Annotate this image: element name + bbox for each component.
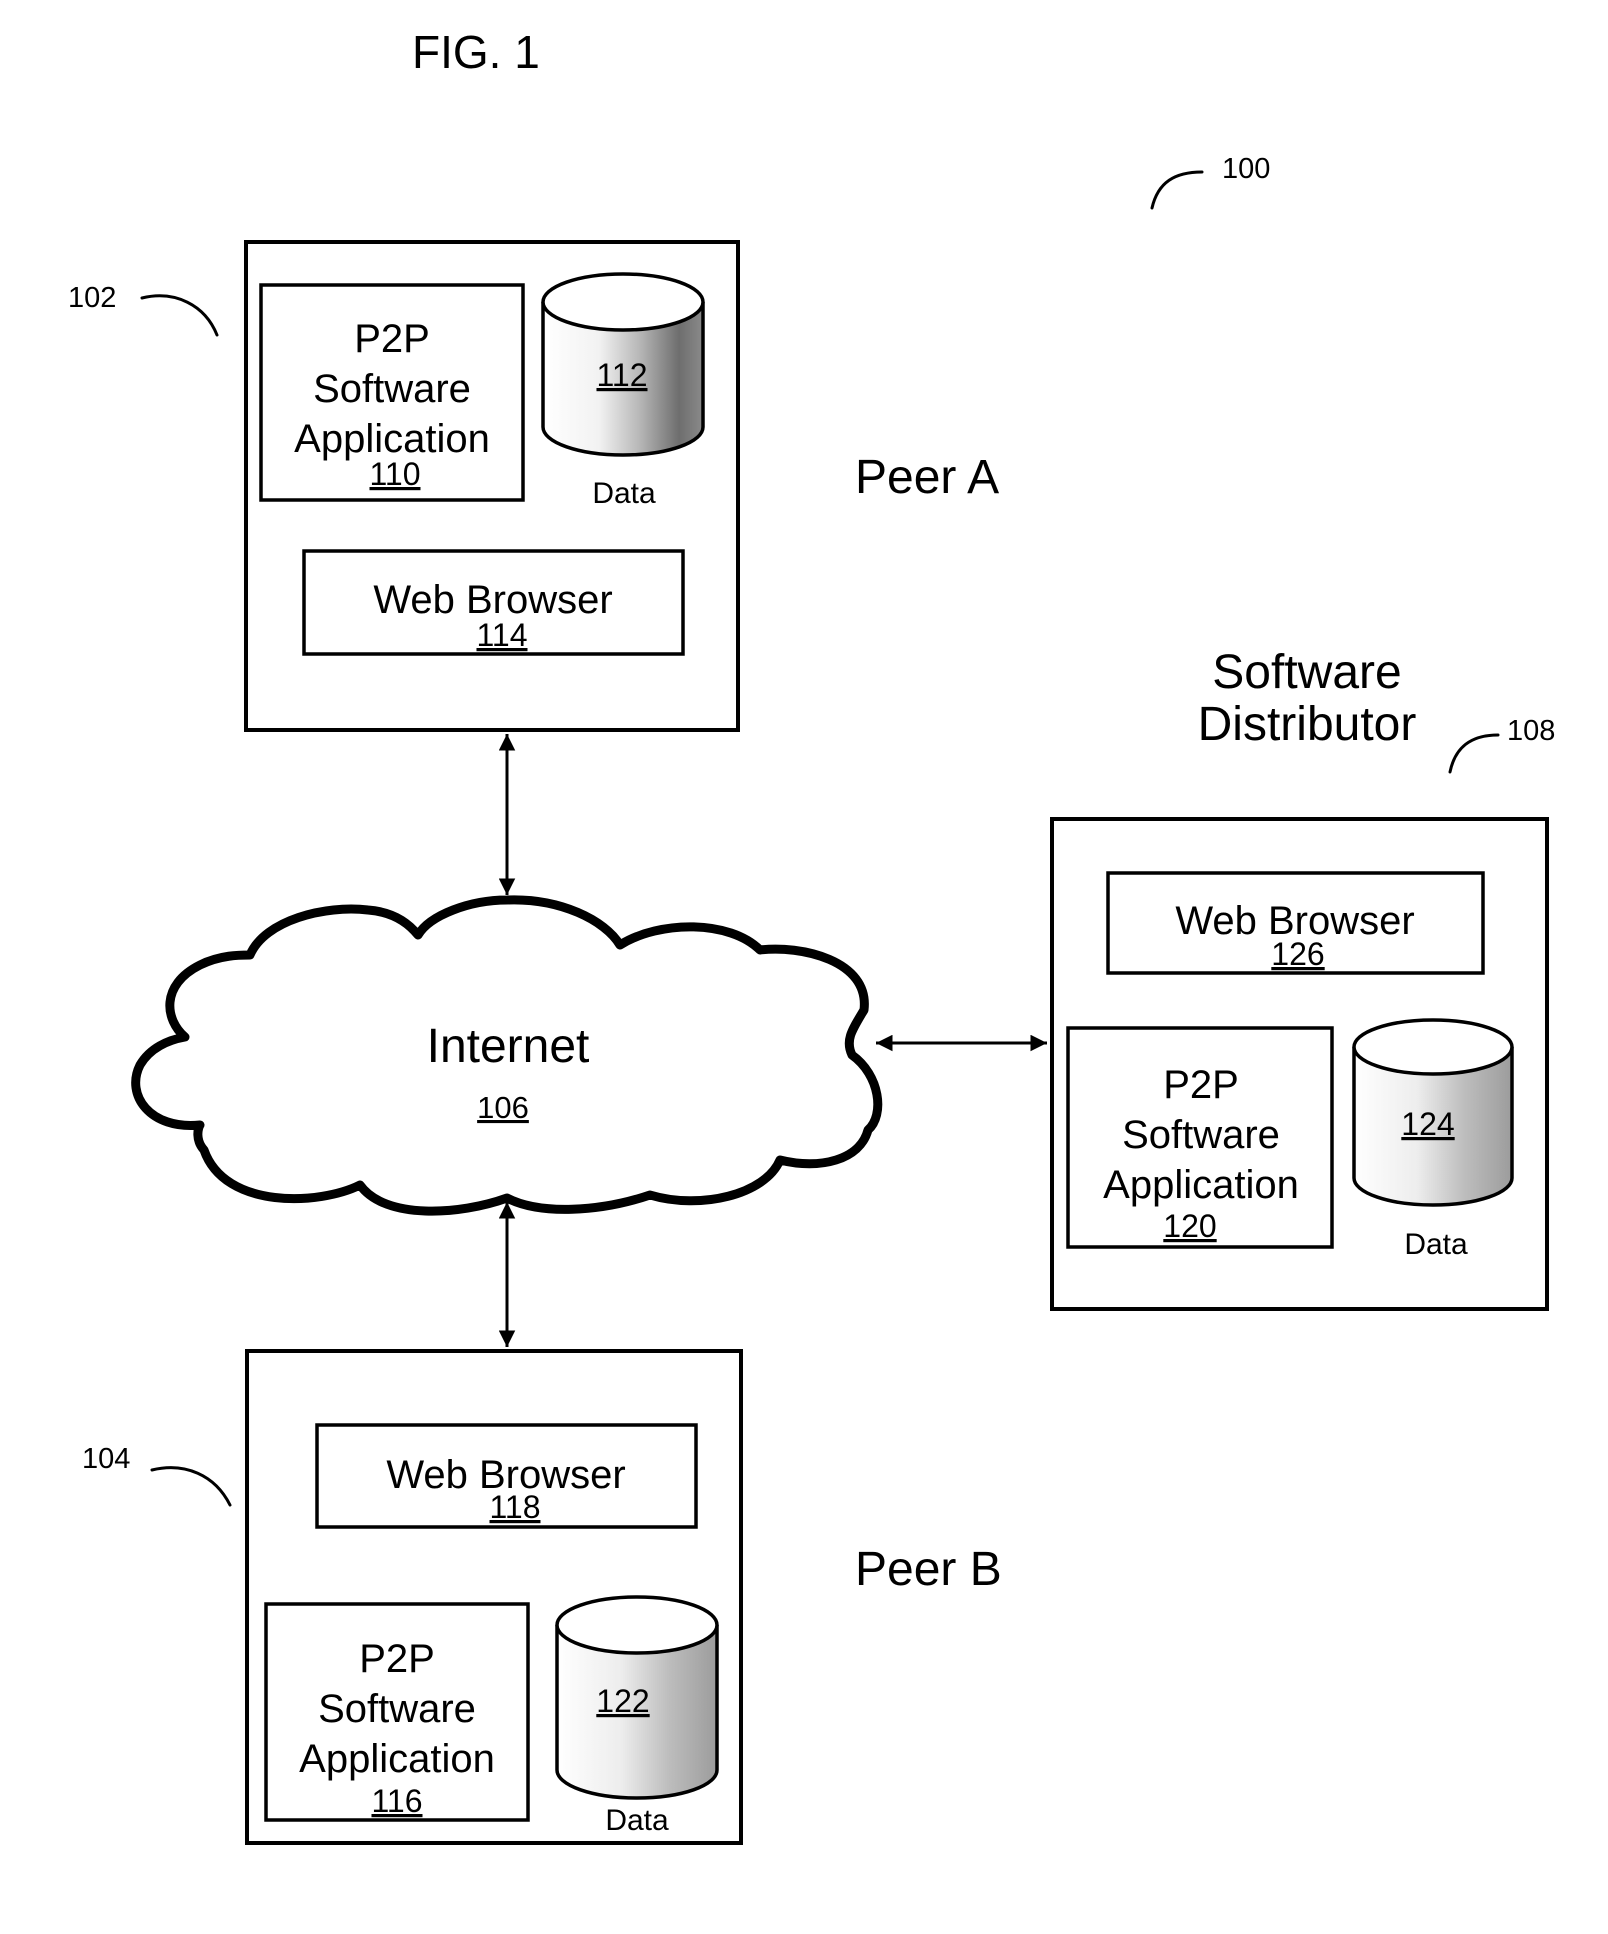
peer-a-p2p-line-3: Application [294, 417, 490, 461]
peer-b-p2p-line-1: P2P [359, 1637, 435, 1681]
distributor-p2p-app: P2P Software Application 120 [1066, 1026, 1334, 1249]
peer-a-web-browser-ref: 114 [476, 617, 527, 653]
internet-cloud: Internet 106 [131, 895, 883, 1216]
peer-a-data-caption: Data [592, 477, 656, 510]
peer-b-ref-leader [150, 1466, 232, 1507]
peer-b-name: Peer B [855, 1543, 1002, 1596]
internet-ref: 106 [477, 1090, 529, 1125]
peer-b-p2p-app: P2P Software Application 116 [264, 1602, 530, 1822]
distributor-name-line-1: Software [1212, 646, 1401, 699]
peer-a-p2p-line-1: P2P [354, 317, 430, 361]
peer-a-web-browser: Web Browser 114 [302, 549, 685, 656]
peer-b-node: 104 Web Browser 118 P2P Software Applica… [82, 1349, 1002, 1845]
peer-b-data-caption: Data [605, 1804, 669, 1837]
peer-b-web-browser: Web Browser 118 [315, 1423, 698, 1529]
internet-label: Internet [427, 1020, 590, 1073]
distributor-p2p-ref: 120 [1163, 1208, 1216, 1244]
distributor-name-line-2: Distributor [1198, 698, 1417, 751]
distributor-data-ref: 124 [1401, 1106, 1454, 1142]
distributor-p2p-line-3: Application [1103, 1163, 1299, 1207]
system-ref-leader [1150, 170, 1204, 210]
peer-b-ref-label: 104 [82, 1443, 130, 1475]
peer-a-node: 102 P2P Software Application 110 112 Dat… [68, 240, 999, 732]
distributor-ref-leader [1448, 733, 1500, 774]
distributor-p2p-line-2: Software [1122, 1113, 1280, 1157]
distributor-web-browser: Web Browser 126 [1106, 871, 1485, 975]
figure-title: FIG. 1 [412, 26, 540, 78]
peer-b-web-browser-ref: 118 [489, 1489, 540, 1525]
peer-a-p2p-ref: 110 [369, 456, 420, 492]
system-ref-label: 100 [1222, 153, 1270, 185]
peer-b-p2p-ref: 116 [371, 1783, 422, 1819]
distributor-web-browser-ref: 126 [1271, 936, 1324, 972]
peer-a-web-browser-label: Web Browser [373, 578, 612, 622]
peer-b-p2p-line-3: Application [299, 1737, 495, 1781]
peer-a-name: Peer A [855, 451, 999, 504]
peer-a-p2p-app: P2P Software Application 110 [259, 283, 525, 502]
peer-a-p2p-line-2: Software [313, 367, 471, 411]
peer-a-ref-leader [140, 294, 219, 337]
peer-a-ref-label: 102 [68, 282, 116, 314]
peer-b-data-ref: 122 [596, 1683, 649, 1719]
distributor-ref-label: 108 [1507, 715, 1555, 747]
network-diagram: FIG. 1 100 102 P2P Software Application … [68, 26, 1555, 1845]
distributor-data-caption: Data [1404, 1228, 1468, 1261]
distributor-p2p-line-1: P2P [1163, 1063, 1239, 1107]
peer-a-data-ref: 112 [596, 357, 647, 393]
distributor-node: Software Distributor 108 Web Browser 126… [1050, 646, 1555, 1311]
peer-b-p2p-line-2: Software [318, 1687, 476, 1731]
